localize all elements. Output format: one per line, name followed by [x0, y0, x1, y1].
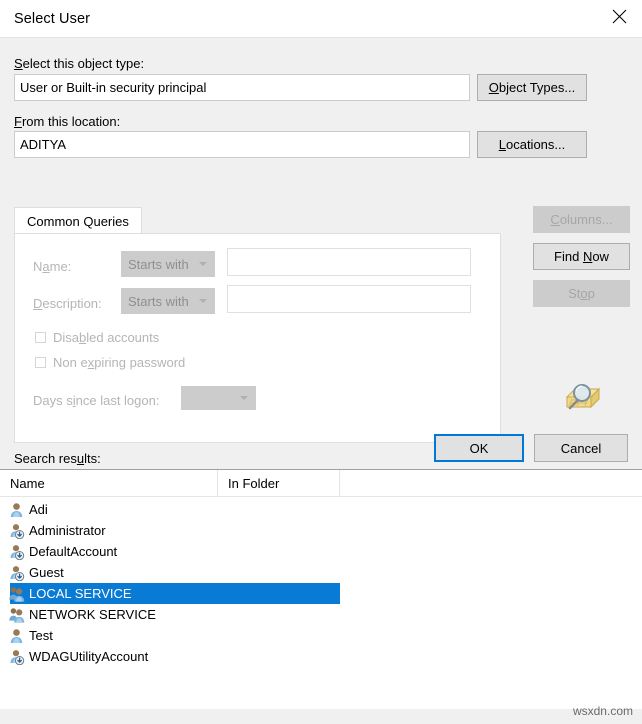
object-type-label-text: elect this object type: [22, 56, 145, 71]
object-types-button-label: bject Types... [498, 80, 576, 95]
object-type-input[interactable]: User or Built-in security principal [14, 74, 470, 101]
watermark: wsxdn.com [572, 704, 633, 718]
cancel-button-label: Cancel [560, 440, 602, 456]
row-name-cell: LOCAL SERVICE [29, 586, 132, 601]
name-input[interactable] [227, 248, 471, 276]
cancel-button[interactable]: Cancel [534, 434, 628, 462]
stop-button[interactable]: Stop [533, 280, 630, 307]
description-label: Description: [33, 296, 102, 311]
name-operator-select[interactable]: Starts with [121, 251, 215, 277]
table-row[interactable]: LOCAL SERVICE [0, 583, 642, 604]
row-name-cell: Administrator [29, 523, 106, 538]
row-name-cell: DefaultAccount [29, 544, 118, 559]
find-now-button[interactable]: Find Now [533, 243, 630, 270]
row-name-cell: Guest [29, 565, 64, 580]
description-input[interactable] [227, 285, 471, 313]
tab-common-queries-label: Common Queries [27, 213, 129, 229]
select-user-dialog: Select User Select this object type: Use… [0, 0, 642, 724]
table-row[interactable]: Test [0, 625, 642, 646]
location-label: From this location: [14, 114, 121, 129]
object-type-value: User or Built-in security principal [20, 80, 207, 95]
days-since-last-logon-label-text: nce last logon: [75, 393, 160, 408]
user-disabled-icon [9, 544, 25, 560]
ok-button[interactable]: OK [434, 434, 524, 462]
object-type-label: Select this object type: [14, 56, 145, 71]
disabled-accounts-checkbox[interactable]: Disabled accounts [35, 330, 159, 345]
dialog-body: Select this object type: User or Built-i… [0, 37, 642, 468]
search-results-list: Name In Folder Adi Administrator DefaultAc… [0, 469, 642, 709]
location-input[interactable]: ADITYA [14, 131, 470, 158]
column-header-name-label: Name [10, 475, 45, 491]
location-label-text: rom this location: [21, 114, 121, 129]
chevron-down-icon [199, 299, 207, 303]
window-title: Select User [14, 11, 91, 27]
search-results-label-text: lts: [84, 451, 101, 466]
magnifier-folder-icon [559, 375, 605, 417]
columns-button-label: olumns... [559, 212, 613, 227]
user-disabled-icon [9, 523, 25, 539]
columns-button[interactable]: Columns... [533, 206, 630, 233]
table-row[interactable]: Guest [0, 562, 642, 583]
stop-button-label: p [587, 286, 595, 301]
user-disabled-icon [9, 565, 25, 581]
common-queries-panel: Name: Starts with Description: Starts wi… [14, 233, 501, 443]
description-operator-select[interactable]: Starts with [121, 288, 215, 314]
table-row[interactable]: NETWORK SERVICE [0, 604, 642, 625]
group-icon [9, 586, 25, 602]
row-name-cell: Adi [29, 502, 48, 517]
row-name-cell: Test [29, 628, 53, 643]
location-value: ADITYA [20, 137, 66, 152]
user-icon [9, 628, 25, 644]
checkbox-icon [35, 357, 46, 368]
column-header-in-folder[interactable]: In Folder [218, 470, 340, 496]
days-since-last-logon-select[interactable] [181, 386, 256, 410]
non-expiring-password-checkbox[interactable]: Non expiring password [35, 355, 185, 370]
user-icon [9, 502, 25, 518]
table-row[interactable]: Administrator [0, 520, 642, 541]
tab-common-queries[interactable]: Common Queries [14, 207, 142, 234]
user-disabled-icon [9, 649, 25, 665]
name-label-text: me: [49, 259, 72, 274]
chevron-down-icon [199, 262, 207, 266]
disabled-accounts-label: Disabled accounts [53, 330, 160, 345]
non-expiring-password-label: Non expiring password [53, 355, 186, 370]
column-header-filler [340, 470, 642, 496]
group-icon [9, 607, 25, 623]
list-rows: Adi Administrator DefaultAccount Guest LOCAL… [0, 499, 642, 667]
days-since-last-logon-label: Days since last logon: [33, 393, 160, 408]
title-bar: Select User [0, 0, 642, 37]
description-label-text: escription: [42, 296, 102, 311]
locations-button-label: ocations... [505, 137, 566, 152]
list-header: Name In Folder [0, 470, 642, 497]
column-header-in-folder-label: In Folder [228, 475, 280, 491]
object-types-button[interactable]: Object Types... [477, 74, 587, 101]
tabstrip: Common Queries [14, 207, 501, 234]
ok-button-label: OK [469, 440, 489, 456]
column-header-name[interactable]: Name [0, 470, 218, 496]
description-operator-value: Starts with [128, 293, 189, 309]
checkbox-icon [35, 332, 46, 343]
name-operator-value: Starts with [128, 256, 189, 272]
row-name-cell: NETWORK SERVICE [29, 607, 156, 622]
locations-button[interactable]: Locations... [477, 131, 587, 158]
table-row[interactable]: DefaultAccount [0, 541, 642, 562]
search-results-label: Search results: [14, 451, 101, 466]
close-icon[interactable] [596, 0, 642, 32]
chevron-down-icon [240, 396, 248, 400]
table-row[interactable]: WDAGUtilityAccount [0, 646, 642, 667]
row-name-cell: WDAGUtilityAccount [29, 649, 149, 664]
name-label: Name: [33, 259, 72, 274]
table-row[interactable]: Adi [0, 499, 642, 520]
find-now-button-label: ow [592, 249, 609, 264]
